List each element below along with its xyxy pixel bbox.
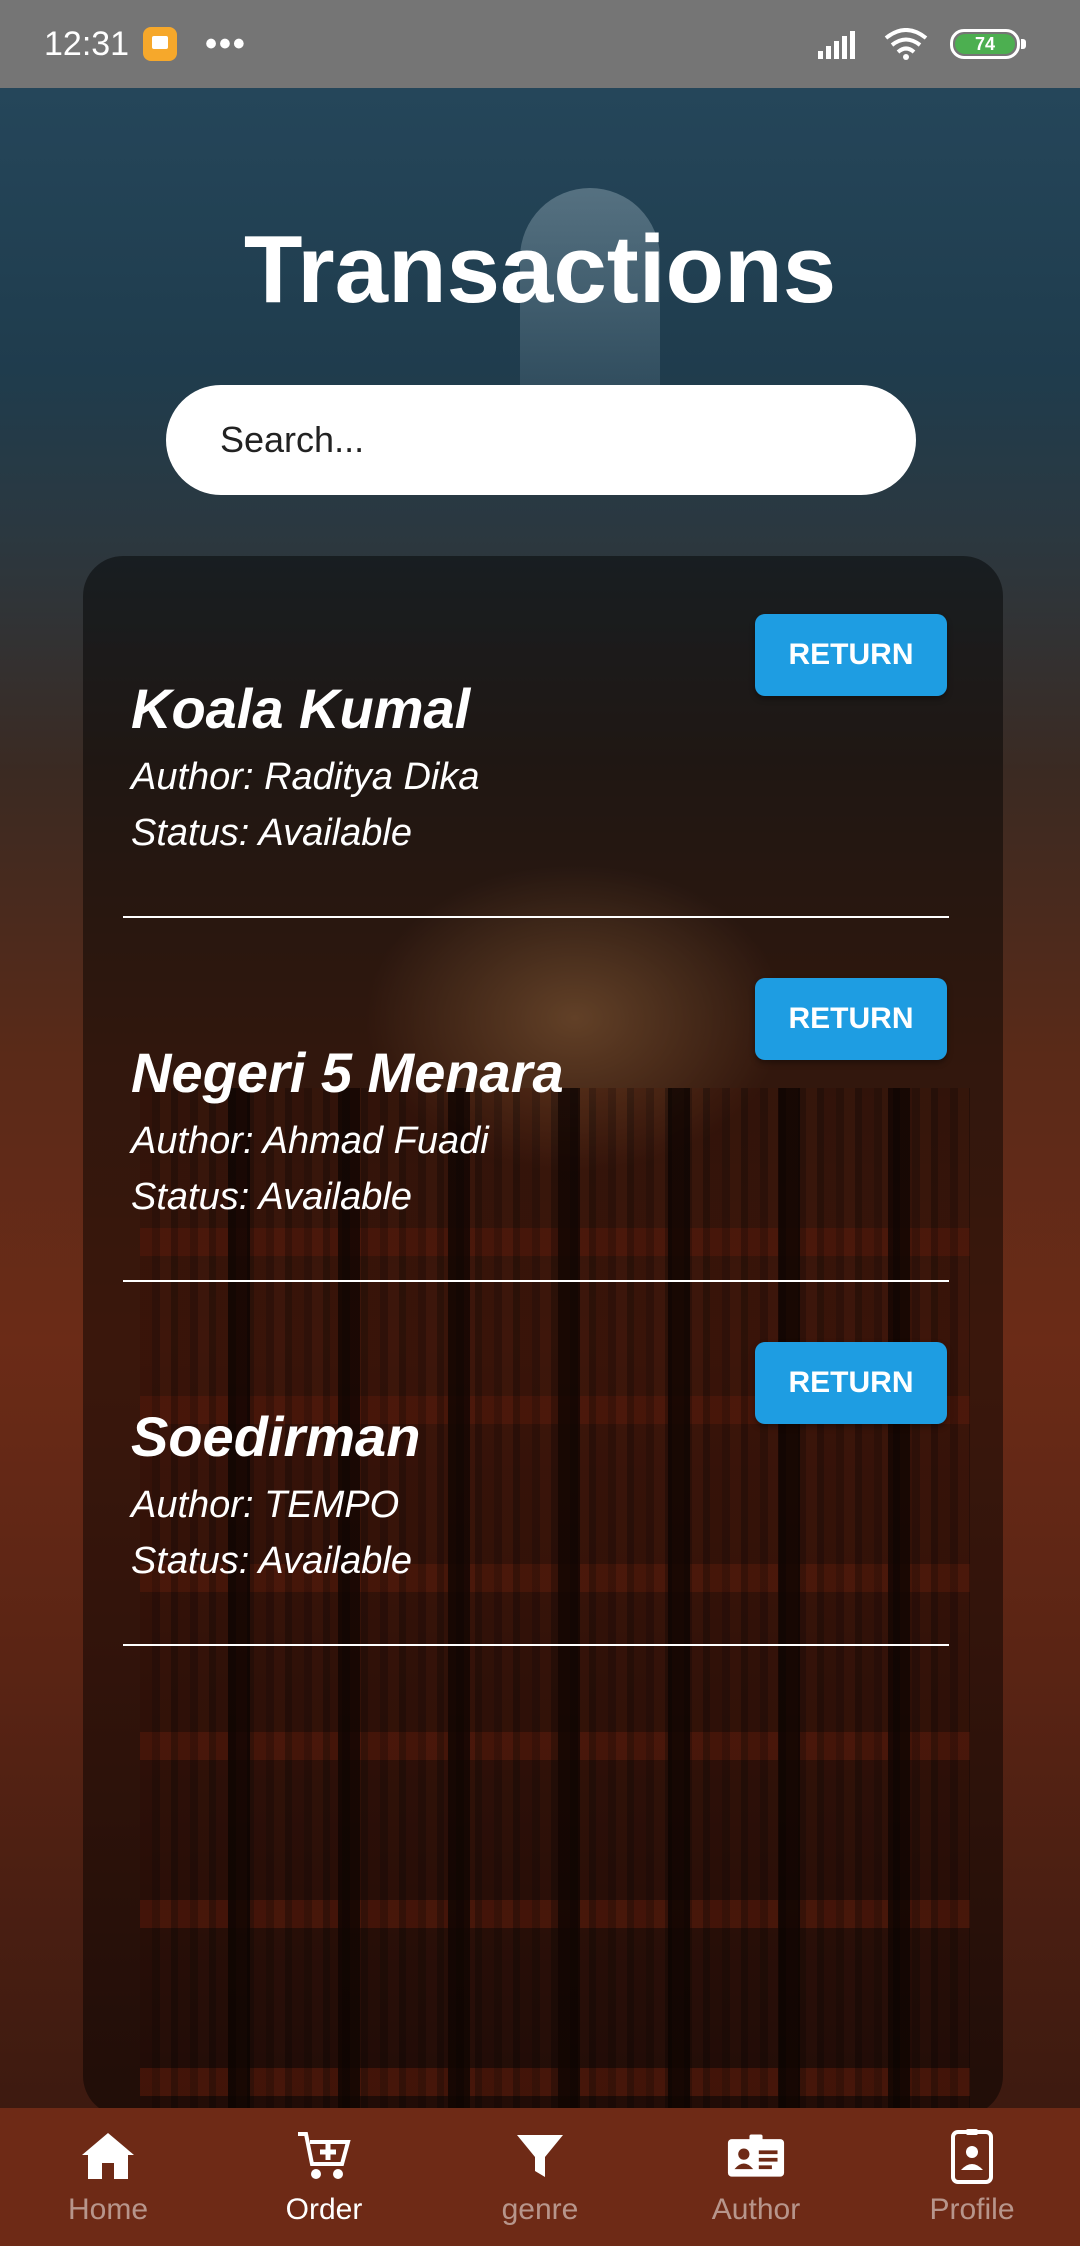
filter-icon xyxy=(511,2127,569,2185)
book-title: Koala Kumal xyxy=(131,677,471,740)
bottom-navigation: Home Order genre Author Profile xyxy=(0,2108,1080,2246)
book-title: Soedirman xyxy=(131,1405,421,1468)
book-author: Author: TEMPO xyxy=(131,1484,400,1526)
return-button[interactable]: RETURN xyxy=(755,1342,947,1424)
transactions-panel: RETURN Koala Kumal Author: Raditya Dika … xyxy=(83,556,1003,2116)
nav-item-author[interactable]: Author xyxy=(648,2108,864,2246)
book-status: Status: Available xyxy=(131,812,412,854)
page-title: Transactions xyxy=(243,216,837,323)
nav-label-genre: genre xyxy=(501,2193,579,2226)
nav-item-order[interactable]: Order xyxy=(216,2108,432,2246)
book-author: Author: Raditya Dika xyxy=(131,756,480,798)
signal-icon xyxy=(818,31,855,59)
search-input[interactable] xyxy=(220,419,916,461)
battery-icon: 74 xyxy=(950,29,1026,59)
nav-label-home: Home xyxy=(67,2193,149,2226)
more-notifications-icon: ••• xyxy=(205,24,247,63)
nav-item-genre[interactable]: genre xyxy=(432,2108,648,2246)
transaction-item: RETURN Soedirman Author: TEMPO Status: A… xyxy=(123,1284,957,1648)
nav-label-profile: Profile xyxy=(929,2193,1015,2226)
search-box[interactable] xyxy=(166,385,916,495)
book-status: Status: Available xyxy=(131,1176,412,1218)
return-button[interactable]: RETURN xyxy=(755,614,947,696)
transaction-item: RETURN Koala Kumal Author: Raditya Dika … xyxy=(123,556,957,920)
status-right: 74 xyxy=(818,28,1026,60)
nav-item-profile[interactable]: Profile xyxy=(864,2108,1080,2246)
status-left: 12:31 ••• xyxy=(44,25,247,64)
app-screen: 12:31 ••• 74 Transactions Search... RETU… xyxy=(0,0,1080,2246)
nav-label-order: Order xyxy=(285,2193,363,2226)
status-time: 12:31 xyxy=(44,24,130,63)
return-button[interactable]: RETURN xyxy=(755,978,947,1060)
id-badge-icon xyxy=(943,2127,1001,2185)
contact-card-icon xyxy=(727,2127,785,2185)
status-bar: 12:31 ••• 74 xyxy=(0,0,1080,88)
battery-level: 74 xyxy=(955,34,1015,54)
notification-icon xyxy=(143,27,178,61)
item-divider xyxy=(123,1644,949,1646)
item-divider xyxy=(123,916,949,918)
book-author: Author: Ahmad Fuadi xyxy=(131,1120,489,1162)
cart-add-icon xyxy=(295,2127,353,2185)
nav-label-author: Author xyxy=(711,2193,801,2226)
transaction-item: RETURN Negeri 5 Menara Author: Ahmad Fua… xyxy=(123,920,957,1284)
item-divider xyxy=(123,1280,949,1282)
home-icon xyxy=(79,2127,137,2185)
book-title: Negeri 5 Menara xyxy=(131,1041,564,1104)
book-status: Status: Available xyxy=(131,1540,412,1582)
nav-item-home[interactable]: Home xyxy=(0,2108,216,2246)
wifi-icon xyxy=(884,28,928,60)
